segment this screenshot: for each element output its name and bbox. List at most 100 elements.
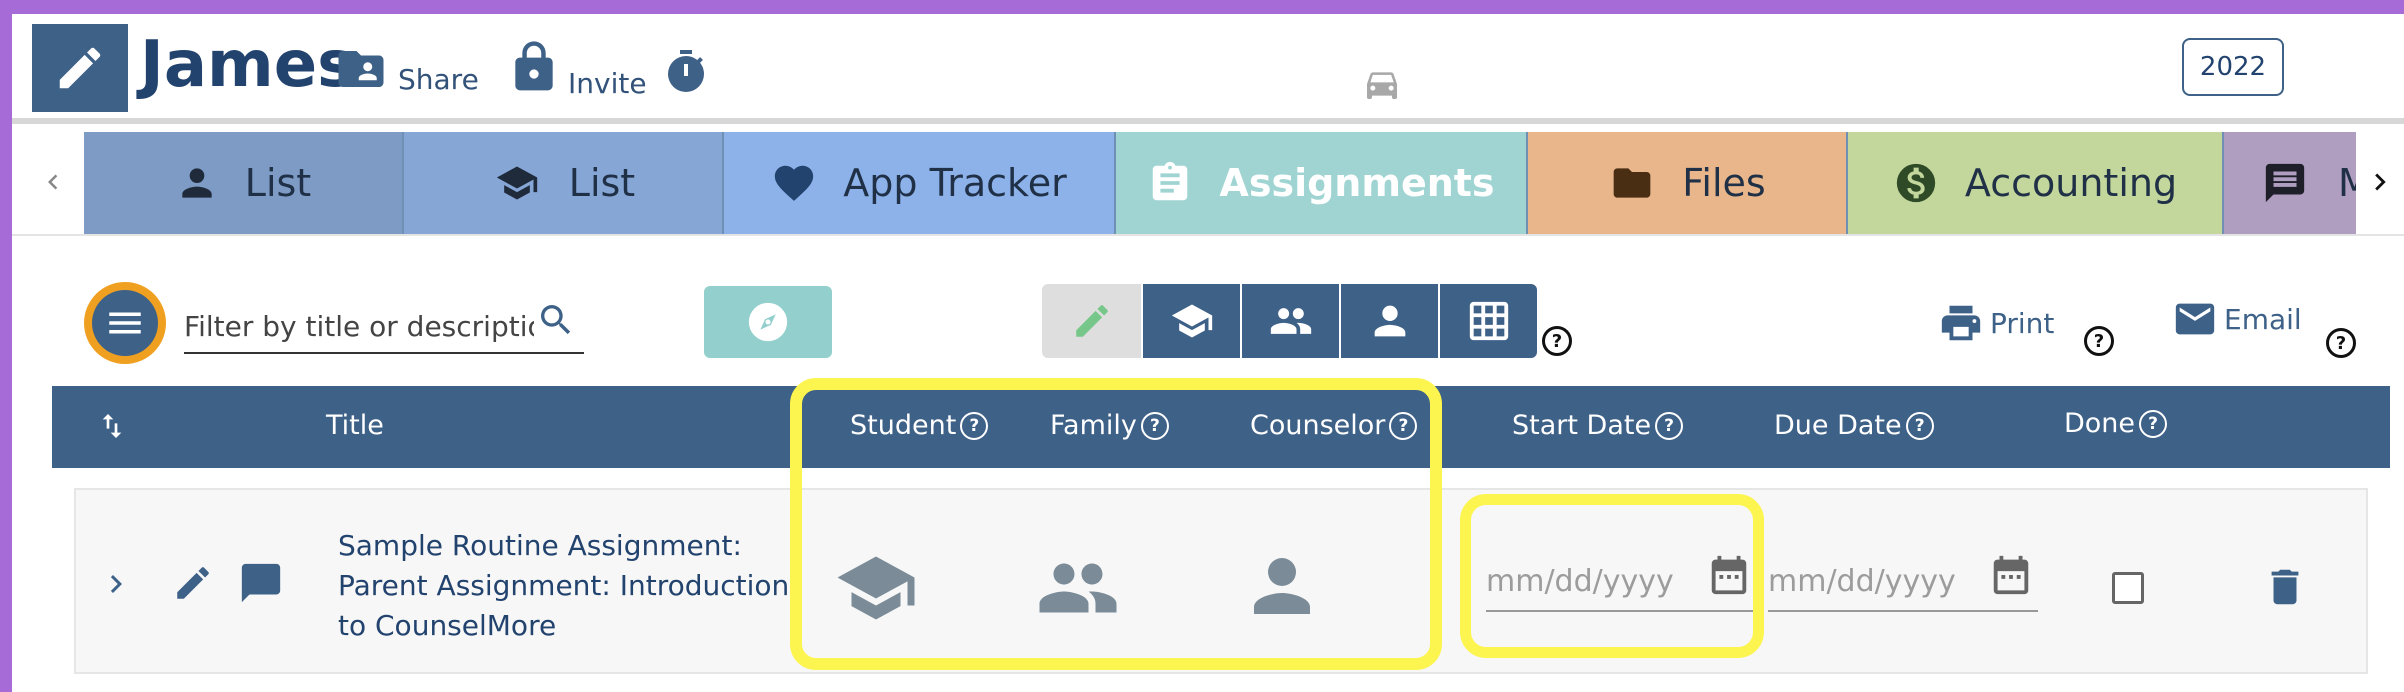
view-grid-button[interactable] bbox=[1438, 284, 1537, 358]
table-header: Title Student? Family? Counselor? Start … bbox=[52, 386, 2390, 468]
comment-icon bbox=[241, 563, 281, 603]
column-due-date-label: Due Date bbox=[1774, 410, 1902, 441]
column-due-date[interactable]: Due Date? bbox=[1774, 410, 1934, 441]
help-icon[interactable]: ? bbox=[1140, 411, 1169, 440]
tab-messages[interactable]: M bbox=[2224, 132, 2356, 234]
person-icon bbox=[1374, 305, 1405, 337]
family-assignee-icon[interactable] bbox=[1030, 546, 1126, 630]
tab-label: Files bbox=[1682, 161, 1766, 205]
tab-assignments[interactable]: Assignments bbox=[1116, 132, 1528, 234]
comment-button[interactable] bbox=[238, 560, 284, 606]
pencil-icon bbox=[1075, 305, 1108, 337]
done-checkbox[interactable] bbox=[2112, 572, 2144, 604]
search-icon[interactable] bbox=[536, 300, 576, 344]
sort-button[interactable] bbox=[96, 408, 128, 444]
assignment-title[interactable]: Sample Routine Assignment: Parent Assign… bbox=[338, 526, 798, 646]
tab-label: List bbox=[568, 161, 636, 205]
start-date-input[interactable] bbox=[1486, 564, 1696, 599]
dollar-icon bbox=[1896, 163, 1936, 203]
email-help-icon[interactable]: ? bbox=[2326, 328, 2356, 358]
expand-row-button[interactable] bbox=[98, 566, 134, 602]
share-label: Share bbox=[398, 63, 479, 96]
pencil-icon bbox=[177, 567, 209, 599]
column-counselor[interactable]: Counselor? bbox=[1250, 410, 1418, 441]
tabs-scroll-right[interactable] bbox=[2356, 130, 2404, 234]
tab-accounting[interactable]: Accounting bbox=[1848, 132, 2224, 234]
chevron-right-icon bbox=[110, 575, 122, 593]
email-button[interactable]: Email bbox=[2172, 296, 2302, 342]
printer-icon bbox=[1941, 305, 1981, 341]
people-icon bbox=[1270, 308, 1311, 334]
help-icon[interactable]: ? bbox=[1655, 411, 1684, 440]
tab-app-tracker[interactable]: App Tracker bbox=[724, 132, 1116, 234]
delete-button[interactable] bbox=[2262, 564, 2308, 610]
filter-input[interactable] bbox=[184, 306, 534, 346]
column-done-label: Done bbox=[2064, 408, 2136, 439]
print-label: Print bbox=[1990, 306, 2055, 340]
window-frame-top bbox=[0, 0, 2404, 14]
graduation-cap-icon bbox=[496, 166, 537, 200]
invite-button[interactable]: Invite bbox=[506, 34, 647, 100]
email-label: Email bbox=[2224, 302, 2302, 336]
person-icon bbox=[1254, 558, 1310, 614]
tab-label: M bbox=[2338, 161, 2356, 205]
pencil-icon bbox=[59, 47, 101, 89]
print-button[interactable]: Print bbox=[1938, 300, 2054, 346]
filter-field bbox=[184, 292, 584, 354]
column-title[interactable]: Title bbox=[326, 410, 384, 441]
grid-icon bbox=[1469, 301, 1508, 341]
student-name: James bbox=[140, 28, 356, 102]
tab-student-list[interactable]: List bbox=[84, 132, 404, 234]
column-student[interactable]: Student? bbox=[850, 410, 989, 441]
tab-college-list[interactable]: List bbox=[404, 132, 724, 234]
calendar-icon[interactable] bbox=[1988, 552, 2034, 602]
edit-assignment-button[interactable] bbox=[172, 562, 214, 604]
menu-button[interactable] bbox=[84, 282, 166, 364]
calendar-icon[interactable] bbox=[1706, 552, 1752, 602]
year-selector[interactable]: 2022 bbox=[2182, 38, 2284, 96]
view-counselor-button[interactable] bbox=[1339, 284, 1438, 358]
message-icon bbox=[2265, 163, 2305, 203]
due-date-input[interactable] bbox=[1768, 564, 1978, 599]
graduation-cap-icon bbox=[1171, 304, 1212, 338]
print-help-icon[interactable]: ? bbox=[2084, 326, 2114, 356]
person-icon bbox=[182, 168, 212, 198]
column-family[interactable]: Family? bbox=[1050, 410, 1169, 441]
tab-label: Assignments bbox=[1219, 161, 1495, 205]
clipboard-icon bbox=[1153, 161, 1188, 201]
student-assignee-icon[interactable] bbox=[824, 546, 928, 630]
view-all-button[interactable] bbox=[1042, 284, 1141, 358]
invite-label: Invite bbox=[568, 67, 647, 100]
header-bar: James Share Invite 2022 bbox=[12, 14, 2404, 124]
column-start-date[interactable]: Start Date? bbox=[1512, 410, 1684, 441]
view-family-button[interactable] bbox=[1240, 284, 1339, 358]
tabs-scroll-left[interactable] bbox=[18, 130, 88, 234]
tab-files[interactable]: Files bbox=[1528, 132, 1848, 234]
column-student-label: Student bbox=[850, 410, 957, 441]
share-button[interactable]: Share bbox=[330, 42, 479, 96]
due-date-field bbox=[1768, 552, 2038, 612]
help-icon[interactable]: ? bbox=[1905, 411, 1934, 440]
help-icon[interactable]: ? bbox=[960, 411, 989, 440]
stopwatch-icon bbox=[668, 50, 704, 92]
email-icon bbox=[2175, 303, 2215, 335]
stopwatch-button[interactable] bbox=[662, 48, 710, 100]
lock-icon bbox=[515, 41, 553, 91]
view-filter-group bbox=[1042, 284, 1537, 358]
counselor-assignee-icon[interactable] bbox=[1240, 544, 1324, 628]
tab-label: App Tracker bbox=[843, 161, 1067, 205]
shared-folder-icon bbox=[338, 51, 384, 87]
trash-icon bbox=[2271, 569, 2299, 605]
view-help-icon[interactable]: ? bbox=[1542, 326, 1572, 356]
view-student-button[interactable] bbox=[1141, 284, 1240, 358]
explore-button[interactable] bbox=[704, 286, 832, 358]
column-done[interactable]: Done? bbox=[2064, 408, 2168, 439]
edit-student-button[interactable] bbox=[32, 24, 128, 112]
help-icon[interactable]: ? bbox=[1389, 411, 1418, 440]
start-date-field bbox=[1486, 552, 1756, 612]
hamburger-menu-icon bbox=[109, 312, 141, 334]
help-icon[interactable]: ? bbox=[2139, 409, 2168, 438]
people-icon bbox=[1039, 563, 1117, 613]
chevron-right-icon bbox=[2375, 173, 2386, 191]
tab-label: List bbox=[244, 161, 312, 205]
